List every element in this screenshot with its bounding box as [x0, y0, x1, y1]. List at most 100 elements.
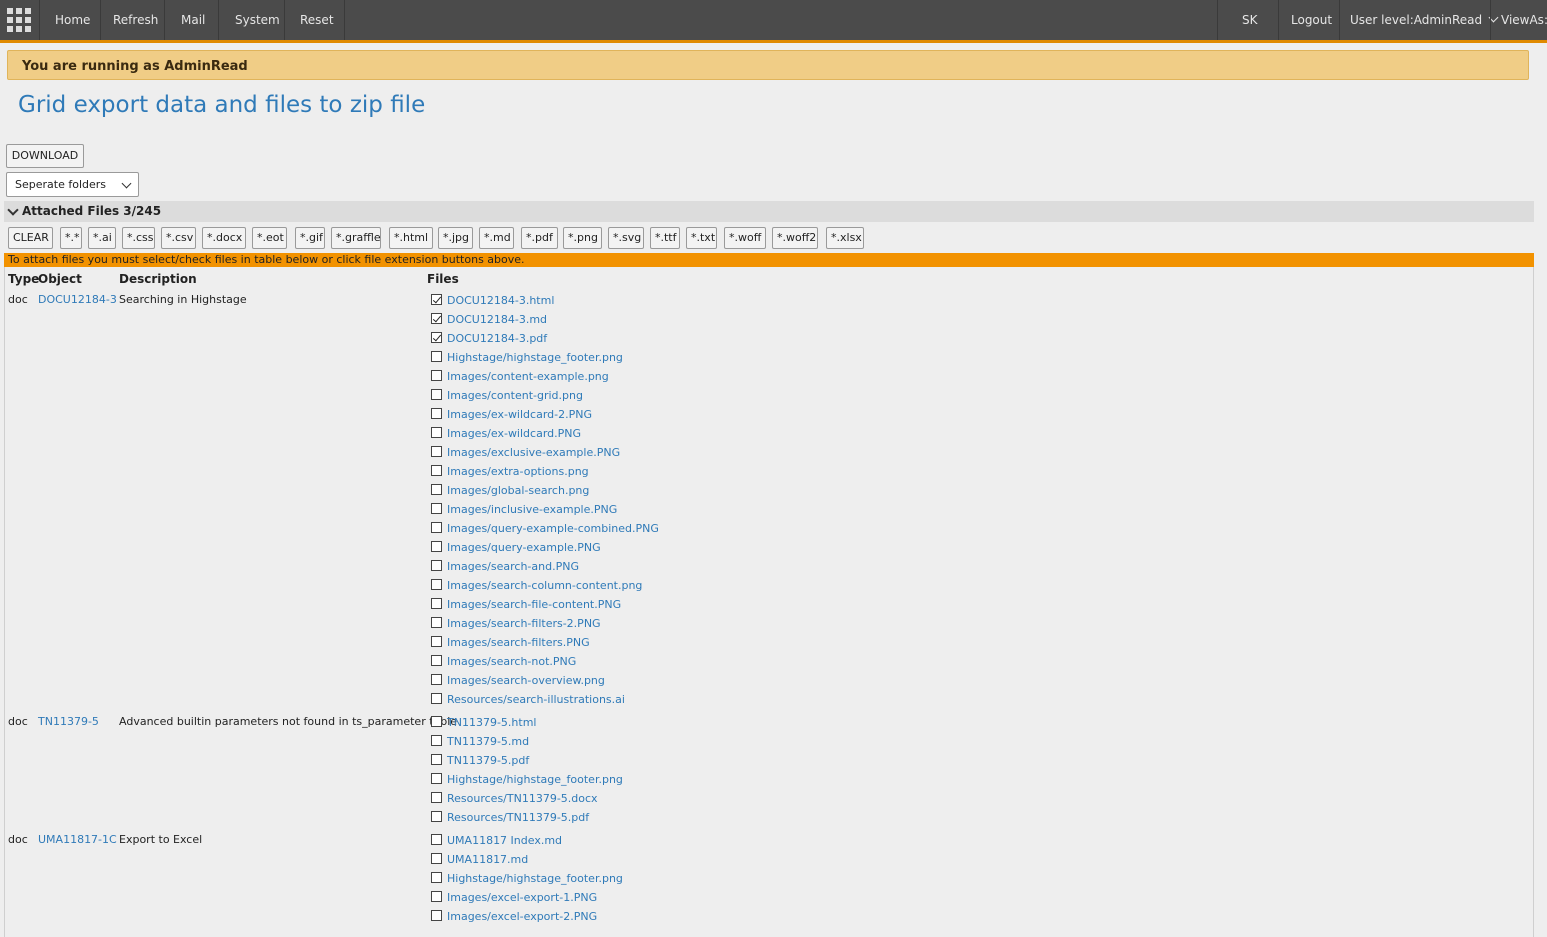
- file-link[interactable]: Images/search-column-content.png: [447, 579, 642, 593]
- ext-filter-button[interactable]: *.ttf: [650, 227, 680, 249]
- file-checkbox[interactable]: [431, 408, 442, 419]
- nav-mail[interactable]: Mail: [181, 0, 205, 40]
- ext-filter-button[interactable]: *.txt: [686, 227, 717, 249]
- file-link[interactable]: TN11379-5.html: [447, 716, 536, 730]
- file-link[interactable]: Images/excel-export-2.PNG: [447, 910, 597, 924]
- row-object-link[interactable]: DOCU12184-3: [38, 293, 117, 306]
- file-checkbox[interactable]: [431, 522, 442, 533]
- file-checkbox[interactable]: [431, 503, 442, 514]
- nav-reset[interactable]: Reset: [300, 0, 334, 40]
- ext-filter-button[interactable]: *.docx: [202, 227, 246, 249]
- ext-filter-button[interactable]: *.png: [563, 227, 602, 249]
- ext-filter-button[interactable]: *.css: [122, 227, 155, 249]
- file-checkbox[interactable]: [431, 389, 442, 400]
- file-link[interactable]: Images/global-search.png: [447, 484, 589, 498]
- file-checkbox[interactable]: [431, 834, 442, 845]
- file-link[interactable]: UMA11817 Index.md: [447, 834, 562, 848]
- file-checkbox[interactable]: [431, 735, 442, 746]
- ext-filter-button[interactable]: *.ai: [88, 227, 116, 249]
- file-link[interactable]: Images/search-overview.png: [447, 674, 605, 688]
- row-object-link[interactable]: UMA11817-1C: [38, 833, 117, 846]
- attached-files-section-header[interactable]: Attached Files 3/245: [4, 201, 1534, 222]
- file-link[interactable]: DOCU12184-3.md: [447, 313, 547, 327]
- file-link[interactable]: Highstage/highstage_footer.png: [447, 351, 623, 365]
- ext-filter-button[interactable]: *.gif: [295, 227, 325, 249]
- row-object-link[interactable]: TN11379-5: [38, 715, 99, 728]
- download-button[interactable]: DOWNLOAD: [6, 144, 84, 168]
- file-checkbox[interactable]: [431, 693, 442, 704]
- ext-filter-button[interactable]: *.graffle: [331, 227, 381, 249]
- file-link[interactable]: Images/inclusive-example.PNG: [447, 503, 617, 517]
- file-checkbox[interactable]: [431, 773, 442, 784]
- file-link[interactable]: DOCU12184-3.html: [447, 294, 554, 308]
- file-checkbox[interactable]: [431, 598, 442, 609]
- file-checkbox[interactable]: [431, 541, 442, 552]
- file-link[interactable]: Images/ex-wildcard.PNG: [447, 427, 581, 441]
- ext-filter-button[interactable]: *.eot: [252, 227, 287, 249]
- nav-system[interactable]: System: [235, 0, 280, 40]
- ext-filter-button[interactable]: *.md: [479, 227, 514, 249]
- file-checkbox[interactable]: [431, 910, 442, 921]
- ext-filter-button[interactable]: *.csv: [161, 227, 196, 249]
- folder-mode-select[interactable]: Seperate folders: [6, 172, 139, 197]
- file-link[interactable]: Images/search-and.PNG: [447, 560, 579, 574]
- file-link[interactable]: Resources/search-illustrations.ai: [447, 693, 625, 707]
- file-checkbox[interactable]: [431, 351, 442, 362]
- file-link[interactable]: Highstage/highstage_footer.png: [447, 773, 623, 787]
- app-grid-icon[interactable]: [7, 8, 31, 32]
- file-checkbox[interactable]: [431, 674, 442, 685]
- file-link[interactable]: Resources/TN11379-5.docx: [447, 792, 598, 806]
- file-checkbox[interactable]: [431, 294, 442, 305]
- file-checkbox[interactable]: [431, 427, 442, 438]
- file-link[interactable]: Images/content-grid.png: [447, 389, 583, 403]
- file-checkbox[interactable]: [431, 560, 442, 571]
- file-link[interactable]: Images/search-filters.PNG: [447, 636, 590, 650]
- file-link[interactable]: Resources/TN11379-5.pdf: [447, 811, 589, 825]
- nav-refresh[interactable]: Refresh: [113, 0, 158, 40]
- file-link[interactable]: UMA11817.md: [447, 853, 528, 867]
- file-checkbox[interactable]: [431, 716, 442, 727]
- file-link[interactable]: Images/content-example.png: [447, 370, 609, 384]
- file-link[interactable]: Images/search-file-content.PNG: [447, 598, 621, 612]
- file-link[interactable]: DOCU12184-3.pdf: [447, 332, 547, 346]
- file-link[interactable]: TN11379-5.pdf: [447, 754, 529, 768]
- file-checkbox[interactable]: [431, 891, 442, 902]
- file-checkbox[interactable]: [431, 872, 442, 883]
- file-checkbox[interactable]: [431, 754, 442, 765]
- nav-home[interactable]: Home: [55, 0, 90, 40]
- nav-user-initials[interactable]: SK: [1242, 0, 1258, 40]
- file-link[interactable]: Images/search-not.PNG: [447, 655, 576, 669]
- ext-filter-button[interactable]: *.pdf: [521, 227, 558, 249]
- file-link[interactable]: Images/query-example-combined.PNG: [447, 522, 659, 536]
- file-checkbox[interactable]: [431, 853, 442, 864]
- file-checkbox[interactable]: [431, 484, 442, 495]
- ext-filter-button[interactable]: *.woff2: [772, 227, 818, 249]
- file-checkbox[interactable]: [431, 811, 442, 822]
- file-link[interactable]: Highstage/highstage_footer.png: [447, 872, 623, 886]
- file-link[interactable]: Images/query-example.PNG: [447, 541, 601, 555]
- ext-filter-button[interactable]: *.svg: [608, 227, 644, 249]
- file-checkbox[interactable]: [431, 792, 442, 803]
- ext-filter-button[interactable]: *.xlsx: [826, 227, 864, 249]
- file-checkbox[interactable]: [431, 579, 442, 590]
- file-checkbox[interactable]: [431, 446, 442, 457]
- ext-filter-button[interactable]: *.*: [60, 227, 82, 249]
- file-link[interactable]: TN11379-5.md: [447, 735, 529, 749]
- file-link[interactable]: Images/search-filters-2.PNG: [447, 617, 601, 631]
- file-checkbox[interactable]: [431, 636, 442, 647]
- file-checkbox[interactable]: [431, 655, 442, 666]
- clear-button[interactable]: CLEAR: [8, 227, 53, 249]
- file-checkbox[interactable]: [431, 370, 442, 381]
- nav-user-level-dropdown[interactable]: User level:AdminRead: [1350, 0, 1499, 40]
- ext-filter-button[interactable]: *.html: [389, 227, 433, 249]
- file-checkbox[interactable]: [431, 313, 442, 324]
- file-link[interactable]: Images/excel-export-1.PNG: [447, 891, 597, 905]
- ext-filter-button[interactable]: *.jpg: [438, 227, 473, 249]
- file-link[interactable]: Images/exclusive-example.PNG: [447, 446, 620, 460]
- nav-logout[interactable]: Logout: [1291, 0, 1332, 40]
- file-checkbox[interactable]: [431, 617, 442, 628]
- file-checkbox[interactable]: [431, 332, 442, 343]
- nav-views-as[interactable]: ViewAs:: [1501, 0, 1547, 40]
- file-link[interactable]: Images/extra-options.png: [447, 465, 589, 479]
- file-checkbox[interactable]: [431, 465, 442, 476]
